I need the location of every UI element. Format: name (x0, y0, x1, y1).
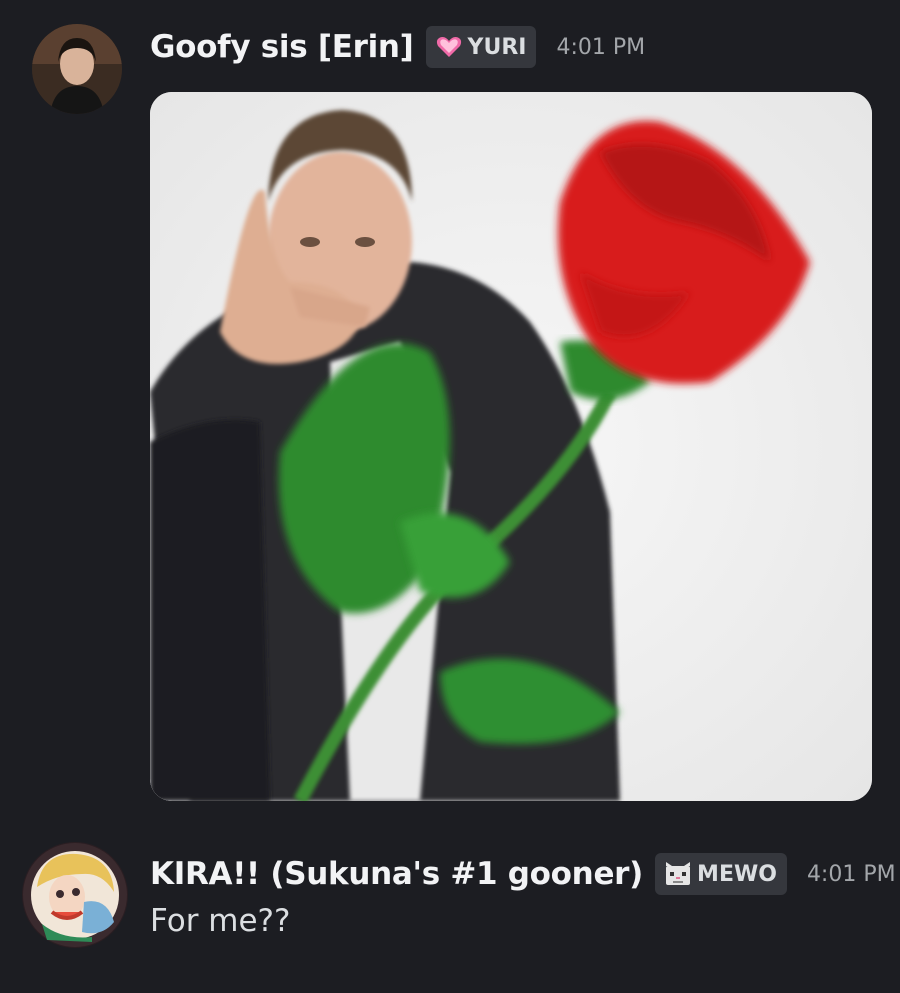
message-text: For me?? (150, 903, 291, 939)
pink-heart-icon (436, 36, 461, 57)
username[interactable]: Goofy sis [Erin] (150, 29, 414, 65)
role-tag[interactable]: YURI (425, 26, 537, 68)
role-tag[interactable]: MEWO (655, 853, 787, 895)
avatar-anime-character-icon (23, 843, 127, 947)
message-1: Goofy sis [Erin] YURI 4:01 PM (0, 0, 900, 820)
user-avatar-kira[interactable] (22, 842, 128, 948)
user-avatar-erin[interactable] (32, 24, 122, 114)
message-2: KIRA!! (Sukuna's #1 gooner) MEWO 4:01 PM… (0, 830, 900, 990)
role-tag-label: MEWO (697, 861, 777, 887)
image-attachment[interactable] (150, 92, 872, 801)
avatar-portrait-icon (32, 24, 122, 114)
username[interactable]: KIRA!! (Sukuna's #1 gooner) (150, 856, 643, 892)
message-header: KIRA!! (Sukuna's #1 gooner) MEWO 4:01 PM (150, 853, 896, 895)
timestamp: 4:01 PM (556, 34, 646, 60)
role-tag-label: YURI (467, 34, 527, 60)
message-header: Goofy sis [Erin] YURI 4:01 PM (150, 26, 645, 68)
cat-face-icon (666, 862, 691, 885)
man-pointing-with-red-rose-image (150, 92, 872, 801)
timestamp: 4:01 PM (806, 861, 896, 887)
